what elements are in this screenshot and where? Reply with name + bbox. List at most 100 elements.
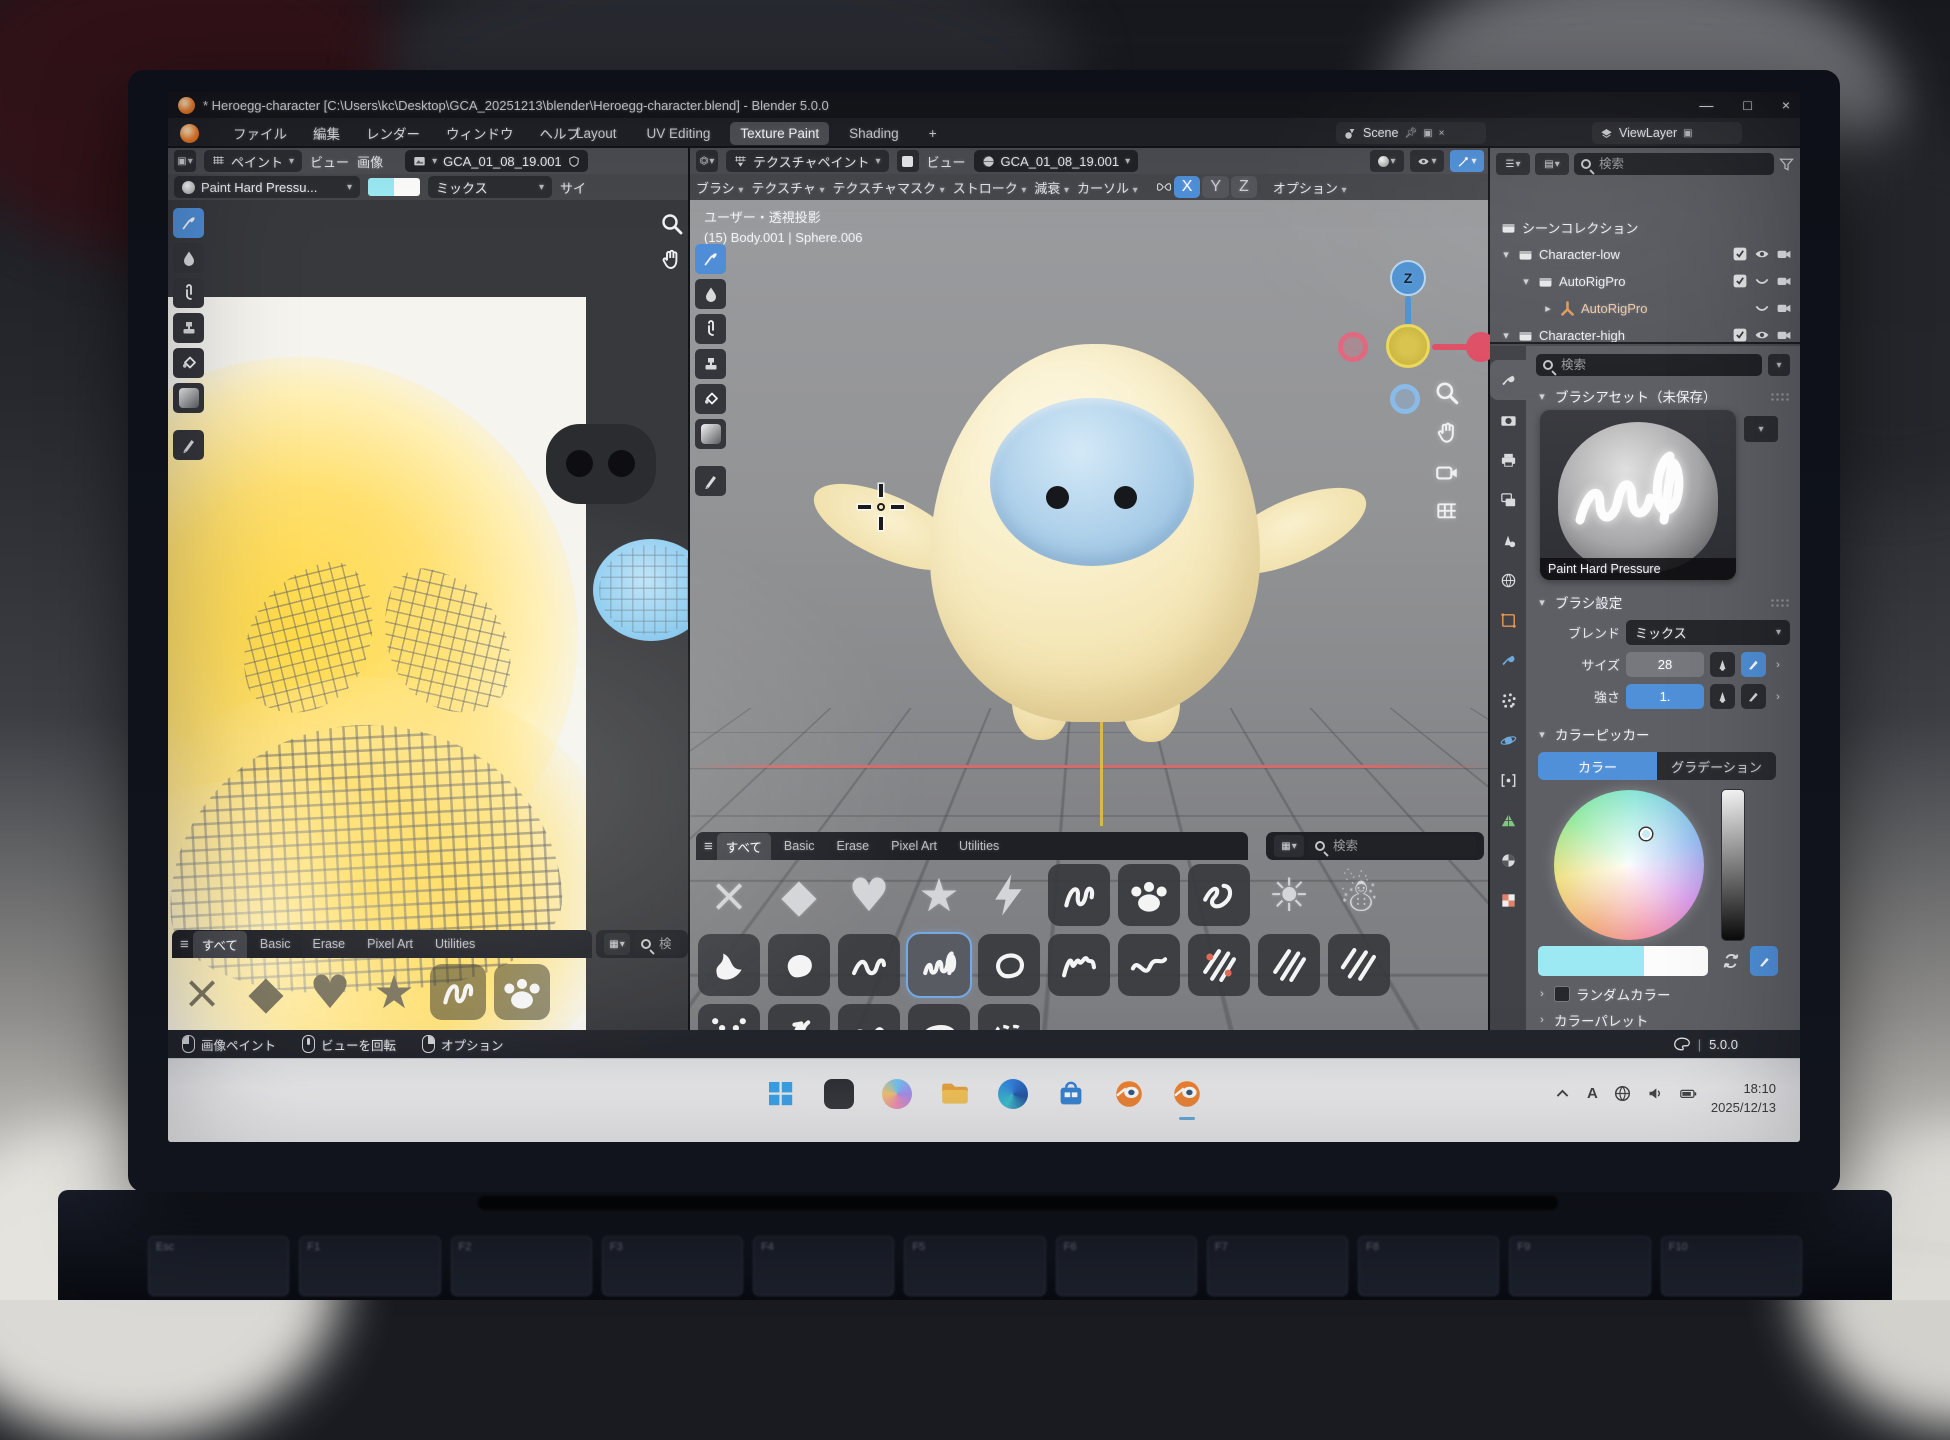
background-color-swatch[interactable] [394, 178, 420, 196]
expand-icon[interactable]: ▾ [1500, 248, 1512, 261]
paint-mode-dropdown[interactable]: ペイント▾ [204, 150, 302, 172]
workspace-tab-shading[interactable]: Shading [839, 122, 909, 145]
properties-tab-render[interactable] [1490, 400, 1526, 440]
mirror-y-button[interactable]: Y [1202, 176, 1229, 198]
properties-tab-viewlayer[interactable] [1490, 480, 1526, 520]
menu-window[interactable]: ウィンドウ [446, 123, 514, 143]
outliner-filter-icon[interactable]: ▤▾ [1535, 153, 1569, 175]
drip-brush[interactable] [908, 1004, 970, 1030]
battery-icon[interactable] [1680, 1085, 1697, 1102]
shelf-tab-pixel-art[interactable]: Pixel Art [358, 933, 422, 955]
strength-slider[interactable]: 1. [1626, 684, 1704, 709]
shelf-tab-utilities[interactable]: Utilities [950, 835, 1008, 857]
scene-selector[interactable]: Scene 📌︎ ▣ × [1336, 122, 1486, 144]
foreground-color-swatch[interactable] [1538, 946, 1644, 976]
filter-funnel-icon[interactable] [1779, 157, 1794, 172]
dots-x-brush[interactable] [698, 1004, 760, 1030]
x-mark-brush[interactable]: × [698, 864, 760, 926]
paw-brush[interactable] [1118, 864, 1180, 926]
properties-tab-tool[interactable] [1490, 360, 1526, 400]
fill-tool-button[interactable] [173, 348, 204, 378]
random-color-checkbox[interactable] [1554, 986, 1570, 1002]
properties-tab-output[interactable] [1490, 440, 1526, 480]
menu-edit[interactable]: 編集 [313, 123, 340, 143]
color-picker-section-header[interactable]: ▾カラーピッカー [1536, 724, 1790, 744]
maximize-button[interactable]: □ [1743, 97, 1751, 113]
gizmo-toggle-icon[interactable]: ▾ [1450, 150, 1484, 172]
fill-tool-button[interactable] [695, 384, 726, 414]
minimize-button[interactable]: — [1699, 97, 1713, 113]
shelf-tab-basic[interactable]: Basic [775, 835, 824, 857]
eye-icon[interactable] [1754, 327, 1770, 343]
brush-card-dropdown[interactable]: ▾ [1744, 416, 1778, 442]
outliner-row-autorigpro-armature[interactable]: ▸ AutoRigPro [1490, 295, 1800, 321]
swap-colors-icon[interactable] [1720, 950, 1742, 972]
size-stylus-icon[interactable] [1741, 652, 1766, 677]
smear-tool-button[interactable] [695, 314, 726, 344]
menu-view[interactable]: ビュー [927, 152, 966, 171]
properties-tab-object[interactable] [1490, 600, 1526, 640]
shelf-tab-erase[interactable]: Erase [303, 933, 354, 955]
brush-tool-button[interactable] [173, 208, 204, 238]
shelf-tab-basic[interactable]: Basic [251, 933, 300, 955]
properties-tab-texture[interactable] [1490, 880, 1526, 920]
properties-filter-icon[interactable]: ▾ [1768, 354, 1790, 376]
properties-tab-constraint[interactable] [1490, 760, 1526, 800]
outliner-row-scene-collection[interactable]: シーンコレクション [1490, 214, 1800, 240]
wave-brush[interactable] [1118, 934, 1180, 996]
menu-texture[interactable]: テクスチャ ▾ [751, 178, 824, 197]
properties-tab-data[interactable] [1490, 800, 1526, 840]
taskbar-copilot-icon[interactable] [878, 1075, 916, 1113]
menu-render[interactable]: レンダー [366, 123, 420, 143]
snowman-brush[interactable]: ☃ [1328, 864, 1390, 926]
editor-type-icon[interactable]: ⏣▾ [696, 150, 718, 172]
blob-brush[interactable] [768, 934, 830, 996]
outliner-search[interactable] [1574, 153, 1774, 175]
taskbar-clock[interactable]: 18:10 2025/12/13 [1711, 1079, 1776, 1117]
workspace-tab-layout[interactable]: Layout [566, 122, 627, 145]
random-color-row[interactable]: › ランダムカラー [1536, 984, 1790, 1004]
properties-tab-physics[interactable] [1490, 720, 1526, 760]
network-globe-icon[interactable] [1614, 1085, 1631, 1102]
brush-selector[interactable]: Paint Hard Pressu...▾ [174, 176, 360, 198]
brush-preview-card[interactable]: Paint Hard Pressure [1540, 410, 1736, 580]
workspace-tab-uv-editing[interactable]: UV Editing [637, 122, 721, 145]
blur-tool-button[interactable] [695, 279, 726, 309]
zoom-icon[interactable] [1434, 380, 1460, 406]
strength-pressure-icon[interactable] [1710, 684, 1735, 709]
outliner-row-character-high[interactable]: ▾ Character-high [1490, 322, 1800, 344]
hamburger-menu-icon[interactable]: ≡ [180, 936, 189, 953]
annotate-tool-button[interactable] [695, 466, 726, 496]
menu-brush[interactable]: ブラシ ▾ [696, 178, 743, 197]
hamburger-menu-icon[interactable]: ≡ [704, 838, 713, 855]
smear-brush[interactable] [698, 934, 760, 996]
checkbox-icon[interactable] [1732, 246, 1748, 262]
pan-hand-icon[interactable] [1434, 420, 1460, 446]
expand-icon[interactable]: ▾ [1520, 275, 1532, 288]
viewlayer-selector[interactable]: ViewLayer ▣ [1592, 122, 1742, 144]
blur-tool-button[interactable] [173, 243, 204, 273]
star-brush[interactable]: ★ [366, 964, 422, 1020]
menu-falloff[interactable]: 減衰 ▾ [1034, 178, 1069, 197]
star-brush[interactable]: ★ [908, 864, 970, 926]
squiggle2-brush[interactable] [838, 1004, 900, 1030]
eye-icon[interactable] [1754, 246, 1770, 262]
properties-tab-particles[interactable] [1490, 680, 1526, 720]
camera-icon[interactable] [1776, 273, 1792, 289]
color-palette-row[interactable]: › カラーパレット [1536, 1010, 1790, 1030]
taskbar-blender-icon[interactable] [1168, 1075, 1206, 1113]
blender-menu-icon[interactable] [180, 124, 199, 143]
shading-mode-icon[interactable]: ▾ [1370, 150, 1404, 172]
taskbar-edge-icon[interactable] [994, 1075, 1032, 1113]
outliner-row-autorigpro-collection[interactable]: ▾ AutoRigPro [1490, 268, 1800, 294]
unlink-icon[interactable]: × [1439, 128, 1445, 139]
eye-closed-icon[interactable] [1754, 300, 1770, 316]
shelf-search-input[interactable] [1331, 838, 1469, 854]
clone-tool-button[interactable] [173, 313, 204, 343]
gizmo-axis-z[interactable]: Z [1390, 260, 1426, 296]
visibility-eye-icon[interactable]: ▾ [1410, 150, 1444, 172]
blob-outline-brush[interactable] [978, 934, 1040, 996]
menu-image[interactable]: 画像 [357, 152, 383, 171]
workspace-tab-texture-paint[interactable]: Texture Paint [730, 122, 829, 145]
mode-dropdown[interactable]: テクスチャペイント▾ [726, 150, 889, 172]
